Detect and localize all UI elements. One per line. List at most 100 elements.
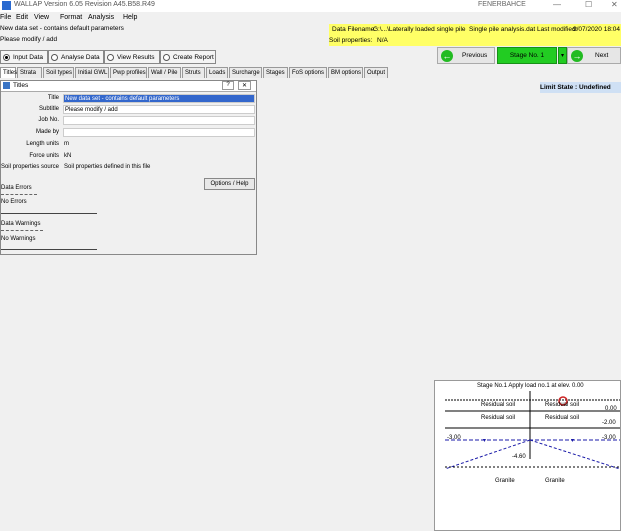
soil-source-value[interactable]: Soil properties defined in this file <box>63 163 255 172</box>
divider <box>1 249 97 250</box>
divider <box>1 194 37 195</box>
radio-on-icon <box>3 53 10 61</box>
field-label: Title <box>47 95 59 101</box>
menu-analysis[interactable]: Analysis <box>88 14 114 21</box>
title-input[interactable]: New data set - contains default paramete… <box>63 94 255 103</box>
divider <box>1 213 97 214</box>
app-title: WALLAP Version 6.05 Revision A45.B58.R49 <box>14 1 155 8</box>
radio-off-icon <box>107 53 114 61</box>
dataset-subtitle-info: Please modify / add <box>0 36 58 43</box>
menu-format[interactable]: Format <box>60 14 82 21</box>
tab-wall-pile[interactable]: Wall / Pile <box>148 67 181 78</box>
app-icon <box>2 1 11 10</box>
tab-fos-options[interactable]: FoS options <box>289 67 327 78</box>
data-errors-label: Data Errors <box>1 185 32 191</box>
tab-output[interactable]: Output <box>364 67 388 78</box>
field-force-units: Force units kN <box>1 152 256 162</box>
file-name: Single pile analysis.dat <box>469 26 536 33</box>
dataset-title-info: New data set - contains default paramete… <box>0 25 124 32</box>
mode-create-report[interactable]: Create Report <box>160 50 216 64</box>
tab-strata[interactable]: Strata <box>17 67 42 78</box>
mode-view-results[interactable]: View Results <box>104 50 160 64</box>
menu-file[interactable]: File <box>0 14 11 21</box>
close-icon[interactable]: ✕ <box>611 0 618 9</box>
data-errors-value: No Errors <box>1 199 27 205</box>
close-icon[interactable]: ✕ <box>238 81 251 90</box>
tab-initial-gwl[interactable]: Initial GWL <box>75 67 109 78</box>
chevron-down-icon[interactable]: ▾ <box>558 47 567 64</box>
field-label: Job No. <box>38 117 59 123</box>
tab-struts[interactable]: Struts <box>182 67 205 78</box>
stratum-label-right: Residual soil <box>545 402 580 408</box>
maximize-icon[interactable]: ☐ <box>585 0 592 9</box>
stage-diagram-panel: Stage No.1 Apply load no.1 at elev. 0.00… <box>434 380 621 531</box>
mode-label: Input Data <box>13 54 43 61</box>
soil-properties-bar: Soil properties: N/A <box>329 35 621 46</box>
stratum-label-left: Residual soil <box>481 402 516 408</box>
stratum-label-right: Residual soil <box>545 415 580 421</box>
divider <box>1 230 43 231</box>
field-label: Made by <box>35 129 59 135</box>
window-icon <box>3 82 10 89</box>
field-made-by: Made by <box>1 128 256 138</box>
elevation-label: -2.00 <box>602 420 616 426</box>
arrow-left-icon: ← <box>441 50 453 62</box>
mode-label: Analyse Data <box>61 54 100 61</box>
field-label: Length units <box>26 141 59 147</box>
tab-soil-types[interactable]: Soil types <box>43 67 74 78</box>
subtitle-input[interactable]: Please modify / add <box>63 105 255 114</box>
options-help-button[interactable]: Options / Help <box>204 178 255 190</box>
help-icon[interactable]: ? <box>222 81 234 90</box>
field-length-units: Length units m <box>1 140 256 150</box>
data-filename: G:\...\Laterally loaded single pile <box>373 26 466 33</box>
tab-bm-options[interactable]: BM options <box>328 67 363 78</box>
field-soil-source: Soil properties source Soil properties d… <box>1 163 256 173</box>
next-label: Next <box>595 52 609 59</box>
menu-view[interactable]: View <box>34 14 49 21</box>
mode-input-data[interactable]: Input Data <box>0 50 48 64</box>
tab-stages[interactable]: Stages <box>263 67 288 78</box>
mode-analyse-data[interactable]: Analyse Data <box>48 50 104 64</box>
data-warnings-label: Data Warnings <box>1 221 41 227</box>
field-title: Title New data set - contains default pa… <box>1 94 256 104</box>
host-name: FENERBAHCE <box>478 1 526 8</box>
length-units-value[interactable]: m <box>63 140 255 149</box>
previous-label: Previous <box>462 52 488 59</box>
granite-label-left: Granite <box>495 478 515 484</box>
soil-properties-label: Soil properties: <box>329 37 373 44</box>
tab-surcharge[interactable]: Surcharge <box>229 67 262 78</box>
failure-line-right <box>529 439 620 470</box>
radio-off-icon <box>51 53 58 61</box>
field-job-no: Job No. <box>1 116 256 126</box>
previous-button[interactable]: ← Previous <box>437 47 495 64</box>
titles-window-title: Titles <box>13 82 29 89</box>
job-no-input[interactable] <box>63 116 255 125</box>
stratum-label-left: Residual soil <box>481 415 516 421</box>
granite-label-right: Granite <box>545 478 565 484</box>
limit-state-badge: Limit State : Undefined <box>540 82 621 93</box>
soil-properties-value: N/A <box>377 37 388 44</box>
force-units-value[interactable]: kN <box>63 152 255 161</box>
stage-diagram <box>444 391 620 470</box>
menu-help[interactable]: Help <box>123 14 137 21</box>
tab-titles[interactable]: Titles <box>0 67 17 78</box>
filename-bar: Data Filename: G:\...\Laterally loaded s… <box>329 24 621 35</box>
stage-selector[interactable]: Stage No. 1 <box>497 47 557 64</box>
titles-window: Titles ? ✕ Title New data set - contains… <box>0 80 257 255</box>
pile-toe-label: -4.60 <box>512 454 526 460</box>
titles-window-header: Titles ? ✕ <box>1 81 256 92</box>
last-modified-label: Last modified: <box>537 26 578 33</box>
tab-pwp-profiles[interactable]: Pwp profiles <box>110 67 147 78</box>
field-label: Subtitle <box>38 106 59 112</box>
radio-off-icon <box>163 53 170 61</box>
field-label: Force units <box>29 153 59 159</box>
made-by-input[interactable] <box>63 128 255 137</box>
field-label: Soil properties source <box>0 164 59 170</box>
tab-loads[interactable]: Loads <box>206 67 228 78</box>
minimize-icon[interactable]: — <box>553 0 561 9</box>
field-subtitle: Subtitle Please modify / add <box>1 105 256 115</box>
menu-edit[interactable]: Edit <box>16 14 28 21</box>
data-warnings-value: No Warnings <box>1 236 36 242</box>
next-button[interactable]: → Next <box>567 47 621 64</box>
elevation-label-left: -3.00 <box>447 435 461 441</box>
